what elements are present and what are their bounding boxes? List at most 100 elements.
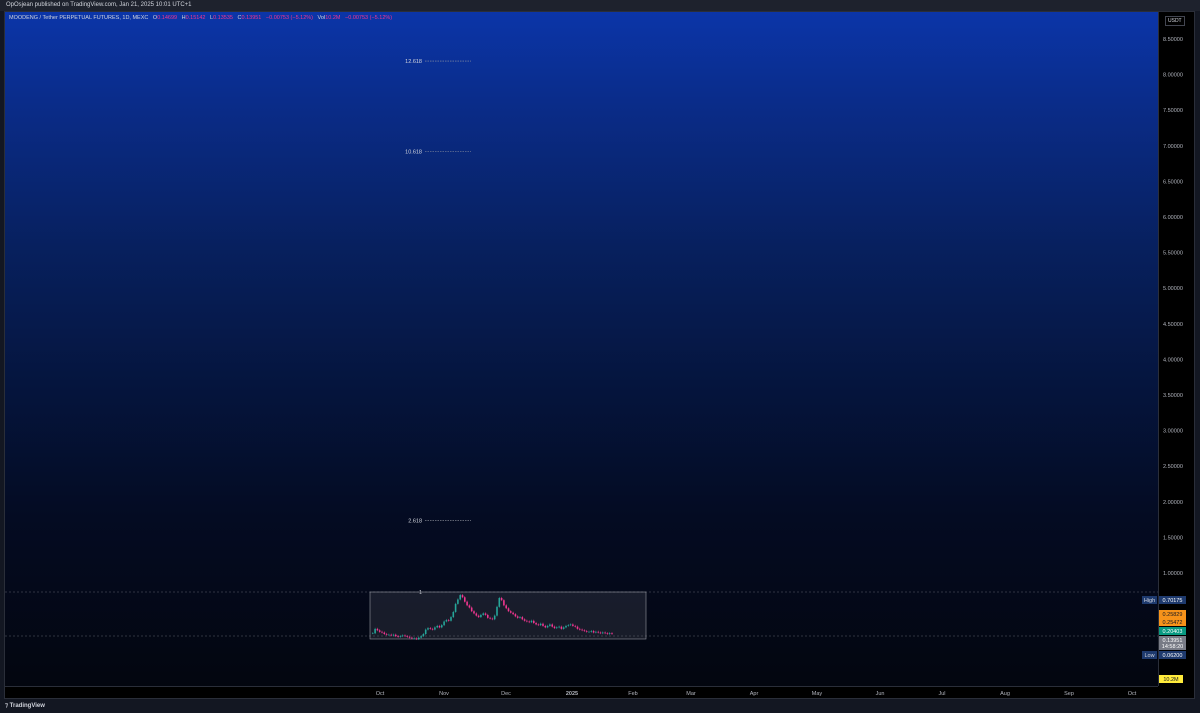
candle-body — [500, 598, 503, 601]
candle-body — [498, 598, 501, 607]
candle-body — [581, 629, 583, 631]
candle-body — [415, 638, 418, 640]
close-value: 0.13951 — [241, 15, 262, 21]
candle-body — [553, 626, 556, 629]
candle-body — [503, 600, 505, 606]
x-tick-label: Nov — [439, 691, 449, 697]
y-tick-label: 7.50000 — [1163, 108, 1183, 114]
candle-body — [602, 632, 604, 634]
y-tick-label: 8.50000 — [1163, 37, 1183, 43]
symbol-title[interactable]: MOODENG / Tether PERPETUAL FUTURES, 1D, … — [9, 15, 148, 21]
y-tick-label: 3.50000 — [1163, 393, 1183, 399]
candle-body — [408, 636, 411, 638]
candle-body — [528, 621, 530, 623]
brand-name: TradingView — [9, 703, 45, 709]
price-tag-value: 0.20403 — [1163, 629, 1183, 635]
publish-text: OpOsjean published on TradingView.com, J… — [6, 2, 192, 8]
candle-body — [473, 611, 475, 614]
price-tag-value: 14:58:20 — [1162, 644, 1183, 650]
candle-body — [567, 625, 570, 626]
candle-body — [422, 634, 425, 637]
candle-body — [434, 627, 436, 630]
candle-body — [583, 630, 586, 632]
candle-body — [372, 633, 374, 634]
candle-body — [388, 634, 390, 636]
candle-body — [468, 605, 471, 608]
candle-body — [526, 620, 528, 622]
candle-body — [397, 636, 399, 637]
chart-legend: MOODENG / Tether PERPETUAL FUTURES, 1D, … — [9, 15, 392, 21]
candle-body — [514, 614, 517, 617]
tradingview-logo[interactable]: ⁊ TradingView — [5, 703, 45, 709]
x-tick-label: Jun — [876, 691, 885, 697]
candle-body — [558, 626, 560, 628]
candle-body — [477, 615, 480, 618]
price-tag-value: 0.06200 — [1163, 653, 1183, 659]
candle-body — [401, 635, 404, 637]
y-tick-label: 2.00000 — [1163, 500, 1183, 506]
candle-body — [475, 613, 478, 616]
candle-body — [576, 626, 579, 629]
candle-body — [429, 628, 432, 629]
x-tick-label: Oct — [376, 691, 385, 697]
x-tick-label: Mar — [686, 691, 696, 697]
candle-body — [470, 607, 473, 612]
candle-body — [535, 622, 537, 625]
candle-body — [510, 611, 512, 613]
candle-body — [411, 637, 413, 639]
price-tag-prefix: High — [1144, 598, 1155, 604]
candle-body — [572, 624, 574, 626]
candle-body — [542, 623, 544, 626]
candle-body — [404, 635, 406, 637]
candle-body — [493, 615, 496, 620]
y-tick-label: 7.00000 — [1163, 144, 1183, 150]
price-tag-value: 0.25829 — [1163, 612, 1183, 618]
candle-body — [450, 617, 452, 621]
candle-body — [549, 624, 551, 626]
candle-body — [585, 631, 588, 632]
y-tick-label: 1.50000 — [1163, 535, 1183, 541]
volume-tag-value: 10.2M — [1163, 677, 1179, 683]
candle-body — [546, 625, 549, 628]
candle-body — [443, 621, 445, 626]
candle-body — [459, 595, 461, 600]
candle-body — [418, 637, 420, 640]
candle-body — [530, 620, 533, 623]
candle-body — [588, 631, 590, 633]
candle-body — [445, 620, 448, 622]
high-value: 0.15142 — [185, 15, 206, 21]
candle-body — [438, 625, 441, 628]
candle-body — [505, 605, 507, 609]
price-tag-value: 0.70175 — [1163, 598, 1183, 604]
candle-body — [496, 606, 498, 616]
candle-body — [385, 634, 388, 635]
candle-body — [436, 625, 438, 628]
candle-body — [484, 613, 487, 615]
candle-body — [595, 631, 597, 633]
candle-body — [604, 632, 606, 634]
candle-body — [544, 625, 547, 628]
candle-body — [491, 618, 494, 620]
candle-body — [599, 632, 602, 634]
candle-body — [519, 617, 521, 618]
x-tick-label: Oct — [1128, 691, 1137, 697]
candle-body — [413, 638, 415, 640]
footer-bar: ⁊ TradingView — [0, 700, 1200, 713]
x-tick-label: Apr — [750, 691, 759, 697]
candle-body — [374, 628, 376, 634]
candle-body — [608, 633, 611, 635]
fib-level-label: 12.618 — [405, 59, 422, 65]
candle-body — [523, 619, 526, 621]
candle-body — [611, 633, 613, 635]
x-tick-label: 2025 — [566, 691, 578, 697]
candle-body — [390, 634, 392, 636]
candle-body — [392, 634, 395, 636]
candle-body — [551, 624, 553, 627]
candle-body — [399, 636, 402, 637]
candle-body — [487, 614, 489, 618]
candle-body — [383, 632, 386, 635]
candle-body — [606, 633, 609, 635]
candle-body — [560, 626, 563, 629]
candle-body — [480, 614, 482, 618]
fib-level-label: 10.618 — [405, 149, 422, 155]
